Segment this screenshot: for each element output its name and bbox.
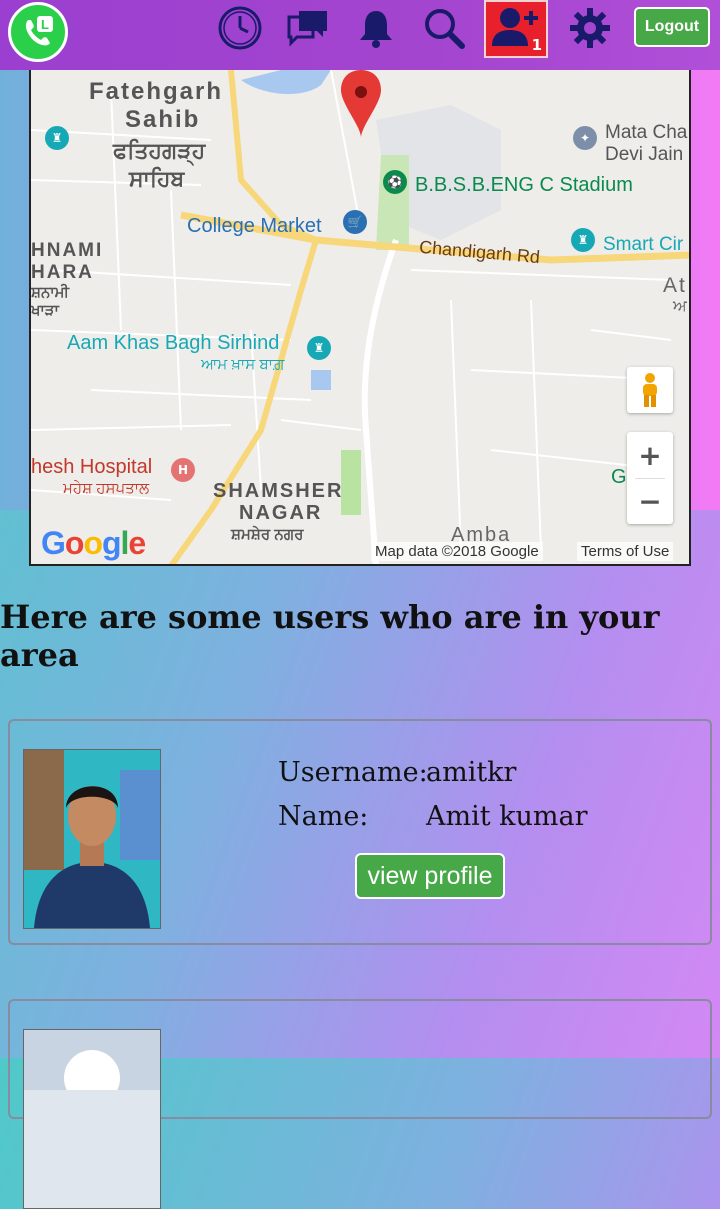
map-label-mata-chand: Mata Cha bbox=[605, 122, 688, 143]
user-card: Username: amitkr Name: Amit kumar view p… bbox=[8, 719, 712, 945]
username-label: Username: bbox=[278, 757, 428, 788]
app-logo-icon[interactable]: L bbox=[8, 2, 68, 62]
map-label-at: At bbox=[663, 274, 687, 297]
friend-request-count-badge: 1 bbox=[531, 36, 542, 54]
zoom-out-button[interactable]: − bbox=[627, 478, 673, 524]
google-logo[interactable]: Google bbox=[41, 525, 146, 562]
google-map[interactable]: Fatehgarh Sahib ਫਤਿਹਗੜ੍ਹ ਸਾਹਿਬ ♜ ✦ Mata … bbox=[29, 70, 691, 566]
user-avatar[interactable] bbox=[23, 749, 161, 929]
gear-icon[interactable] bbox=[566, 5, 614, 51]
map-label-nagar: NAGAR bbox=[239, 502, 323, 524]
map-label-stadium: B.B.S.B.ENG C Stadium bbox=[415, 174, 633, 196]
map-label-sahib-pa: ਸਾਹਿਬ bbox=[129, 166, 185, 191]
search-icon[interactable] bbox=[420, 5, 468, 51]
map-label-at-pa: ਅ bbox=[673, 298, 687, 315]
location-pin-icon[interactable] bbox=[339, 70, 383, 140]
map-label-shamsher: SHAMSHER bbox=[213, 480, 344, 502]
map-label-shnami-pa: ਸ਼ਨਾਮੀ bbox=[31, 284, 70, 301]
map-label-sahib: Sahib bbox=[125, 106, 201, 133]
street-view-pegman-icon[interactable] bbox=[627, 367, 673, 413]
map-label-khara-pa: ਖਾੜਾ bbox=[31, 302, 59, 319]
bell-icon[interactable] bbox=[352, 5, 400, 51]
map-label-aam-khas-pa: ਆਮ ਖ਼ਾਸ ਬਾਗ਼ bbox=[201, 356, 285, 373]
map-attribution: Map data ©2018 Google bbox=[371, 542, 543, 561]
stadium-icon[interactable]: ⚽ bbox=[383, 170, 407, 194]
map-label-g: G bbox=[611, 466, 627, 488]
poi-icon[interactable]: ♜ bbox=[571, 228, 595, 252]
friend-requests-button[interactable]: 1 bbox=[484, 0, 548, 58]
map-label-devi-jain: Devi Jain bbox=[605, 144, 684, 165]
terms-of-use-link[interactable]: Terms of Use bbox=[577, 542, 674, 561]
hospital-icon[interactable]: H bbox=[171, 458, 195, 482]
map-label-aam-khas: Aam Khas Bagh Sirhind bbox=[67, 332, 280, 354]
view-profile-button[interactable]: view profile bbox=[355, 853, 505, 899]
map-label-hara: HARA bbox=[31, 262, 94, 283]
map-label-fatehgarh-pa: ਫਤਿਹਗੜ੍ਹ bbox=[113, 138, 206, 163]
shopping-cart-icon[interactable]: 🛒 bbox=[343, 210, 367, 234]
map-label-hospital: hesh Hospital bbox=[31, 456, 153, 478]
map-label-shamsher-pa: ਸ਼ਮਸ਼ੇਰ ਨਗਰ bbox=[231, 526, 304, 543]
map-label-college-market: College Market bbox=[187, 215, 322, 237]
logout-button[interactable]: Logout bbox=[634, 7, 710, 47]
zoom-in-button[interactable]: + bbox=[627, 432, 673, 478]
map-label-shnami: HNAMI bbox=[31, 240, 104, 261]
map-label-smart-city: Smart Cir bbox=[603, 234, 684, 255]
name-label: Name: bbox=[278, 801, 369, 832]
svg-text:L: L bbox=[41, 17, 49, 32]
chat-icon[interactable] bbox=[284, 5, 332, 51]
user-card bbox=[8, 999, 712, 1209]
zoom-controls: + − bbox=[627, 432, 673, 524]
name-value: Amit kumar bbox=[426, 801, 588, 832]
top-navbar: L 1 Logout bbox=[0, 0, 720, 70]
clock-icon[interactable] bbox=[216, 5, 264, 51]
poi-icon[interactable]: ♜ bbox=[45, 126, 69, 150]
map-label-fatehgarh: Fatehgarh bbox=[89, 78, 224, 105]
users-nearby-heading: Here are some users who are in your area bbox=[0, 598, 660, 674]
user-avatar[interactable] bbox=[23, 1029, 161, 1209]
map-label-hospital-pa: ਮਹੇਸ਼ ਹਸਪਤਾਲ bbox=[63, 480, 150, 497]
temple-icon[interactable]: ✦ bbox=[573, 126, 597, 150]
username-value: amitkr bbox=[426, 757, 517, 788]
poi-icon[interactable]: ♜ bbox=[307, 336, 331, 360]
user-info: Username: amitkr Name: Amit kumar bbox=[278, 757, 588, 845]
